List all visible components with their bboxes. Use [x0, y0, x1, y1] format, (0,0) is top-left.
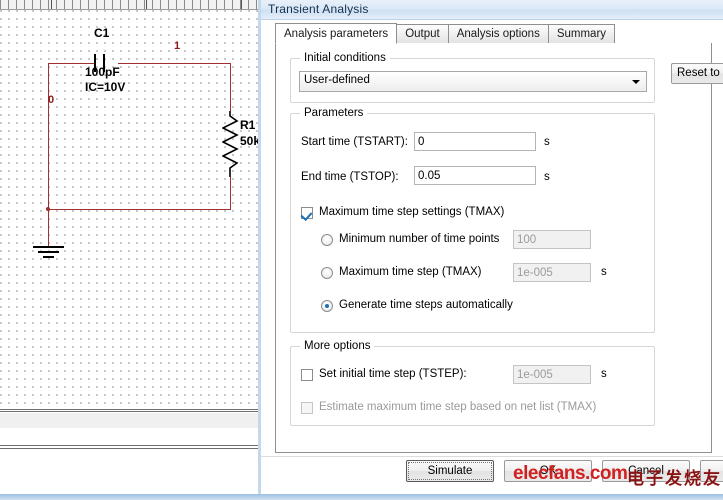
set-initial-time-step-checkbox[interactable] [301, 369, 313, 381]
node-label-0: 0 [48, 94, 55, 106]
end-time-unit: s [544, 171, 550, 183]
radio-maximum-time-step-label: Maximum time step (TMAX) [339, 266, 482, 278]
tab-analysis-options[interactable]: Analysis options [447, 24, 549, 43]
node-label-1: 1 [174, 40, 181, 52]
tmax-settings-label: Maximum time step settings (TMAX) [319, 206, 505, 218]
initial-conditions-group: Initial conditions User-defined [290, 52, 655, 103]
resistor-ref-label: R1 [240, 118, 256, 132]
schematic-editor[interactable]: C1 100pF IC=10V R1 50k 0 1 [0, 0, 262, 500]
wire-top-right [118, 63, 231, 64]
estimate-max-time-step-checkbox[interactable] [301, 402, 313, 414]
start-time-unit: s [544, 136, 550, 148]
initial-conditions-group-title: Initial conditions [300, 52, 390, 64]
start-time-label: Start time (TSTART): [301, 136, 408, 148]
wire-ground-stub [48, 209, 49, 246]
schematic-horizontal-scrollbar[interactable] [0, 413, 258, 428]
estimate-max-time-step-label: Estimate maximum time step based on net … [319, 401, 597, 413]
schematic-canvas[interactable]: C1 100pF IC=10V R1 50k 0 1 [0, 10, 260, 408]
tab-summary-label: Summary [556, 28, 607, 40]
initial-time-step-unit: s [601, 368, 607, 380]
radio-generate-automatically[interactable] [321, 300, 333, 312]
tab-output-label: Output [405, 28, 440, 40]
bottom-accent-band [0, 494, 723, 500]
dialog-title: Transient Analysis [268, 2, 369, 16]
cancel-button[interactable]: Cancel [602, 460, 690, 482]
simulate-label: Simulate [427, 465, 473, 477]
reset-to-default-label: Reset to d [677, 67, 723, 79]
radio-generate-automatically-label: Generate time steps automatically [339, 299, 513, 311]
parameters-group: Parameters Start time (TSTART): s End ti… [290, 107, 655, 333]
tmax-settings-checkbox[interactable] [301, 207, 313, 219]
initial-conditions-combo[interactable]: User-defined [299, 71, 647, 92]
simulate-button[interactable]: Simulate [406, 460, 494, 482]
cancel-label: Cancel [628, 465, 664, 477]
capacitor-ref-label: C1 [94, 26, 110, 40]
tab-analysis-parameters-label: Analysis parameters [284, 28, 389, 40]
dialog-body: Analysis parameters Output Analysis opti… [261, 20, 723, 500]
tab-panel-analysis-parameters: Initial conditions User-defined Paramete… [275, 43, 712, 453]
maximum-time-step-unit: s [601, 266, 607, 278]
schematic-divider-bottom [0, 445, 258, 446]
ground-bar-3 [43, 256, 54, 258]
tab-output[interactable]: Output [396, 24, 449, 43]
schematic-divider-top [0, 409, 258, 410]
radio-minimum-time-points-label: Minimum number of time points [339, 233, 500, 245]
resistor-symbol [222, 111, 239, 177]
radio-minimum-time-points[interactable] [321, 234, 333, 246]
wire-left [48, 63, 49, 209]
start-time-input[interactable] [414, 132, 536, 151]
tab-analysis-parameters[interactable]: Analysis parameters [275, 23, 398, 44]
more-options-group: More options Set initial time step (TSTE… [290, 340, 655, 426]
wire-top-left [48, 63, 94, 64]
ground-bar-2 [38, 251, 59, 253]
ground-bar-1 [33, 246, 64, 248]
ok-button[interactable]: OK [504, 460, 592, 482]
screen-root: C1 100pF IC=10V R1 50k 0 1 Transient Ana… [0, 0, 723, 500]
tab-analysis-options-label: Analysis options [456, 28, 540, 40]
initial-conditions-value: User-defined [304, 74, 370, 86]
schematic-divider-top2 [0, 411, 258, 412]
dialog-title-bar[interactable]: Transient Analysis [261, 0, 723, 20]
schematic-divider-bottom2 [0, 448, 258, 449]
tab-summary[interactable]: Summary [547, 24, 616, 43]
horizontal-ruler [0, 0, 262, 10]
junction-dot [46, 207, 50, 211]
reset-to-default-button[interactable]: Reset to d [671, 63, 723, 84]
minimum-time-points-input[interactable] [513, 230, 591, 249]
parameters-group-title: Parameters [300, 107, 368, 119]
transient-analysis-dialog: Transient Analysis Analysis parameters O… [258, 0, 723, 500]
initial-time-step-input[interactable] [513, 365, 591, 384]
radio-maximum-time-step[interactable] [321, 267, 333, 279]
end-time-label: End time (TSTOP): [301, 171, 399, 183]
tab-strip: Analysis parameters Output Analysis opti… [275, 23, 616, 44]
wire-bottom [48, 209, 231, 210]
chevron-down-icon [632, 80, 640, 84]
footer-separator [261, 456, 723, 457]
set-initial-time-step-label: Set initial time step (TSTEP): [319, 368, 467, 380]
more-options-group-title: More options [300, 340, 375, 352]
ok-label: OK [539, 465, 557, 477]
wire-right-top [230, 63, 231, 111]
capacitor-value-label: 100pF [85, 65, 120, 79]
help-button[interactable] [700, 460, 723, 482]
end-time-input[interactable] [414, 166, 536, 185]
maximum-time-step-input[interactable] [513, 263, 591, 282]
schematic-lower-pane [0, 450, 258, 500]
wire-right-bottom [230, 177, 231, 209]
capacitor-ic-label: IC=10V [85, 80, 126, 94]
